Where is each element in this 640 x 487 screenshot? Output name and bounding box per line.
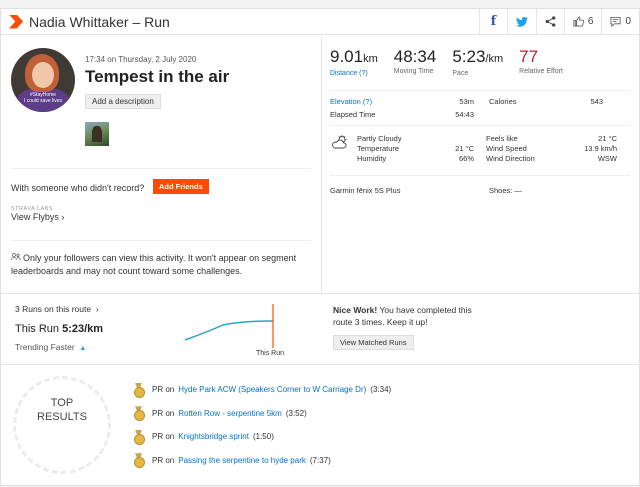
shoes-value: Shoes: — [489, 186, 522, 195]
distance-help-link[interactable]: Distance (?) [330, 70, 378, 77]
view-matched-runs-button[interactable]: View Matched Runs [333, 335, 414, 350]
segment-link[interactable]: Hyde Park ACW (Speakers Corner to W Carr… [178, 385, 366, 394]
share-icon [545, 16, 556, 27]
calories-value: 543 [590, 97, 603, 106]
comment-button[interactable]: 0 [601, 9, 639, 34]
divider [330, 125, 630, 126]
primary-stats: 9.01km Distance (?) 48:34 Moving Time 5:… [330, 47, 579, 77]
comment-icon [610, 16, 621, 27]
header-actions: f 6 0 [478, 9, 639, 34]
top-results-label: TOP RESULTS [37, 397, 87, 423]
activity-datetime: 17:34 on Thursday, 2 July 2020 [85, 55, 197, 64]
segment-link[interactable]: Rotten Row - serpentine 5km [178, 409, 282, 418]
laurel-wreath-icon [13, 376, 111, 474]
gold-medal-icon [133, 430, 145, 445]
run-chevron-icon [9, 14, 23, 29]
activity-summary-panel: #StayHome I could save lives 17:34 on Th… [1, 36, 322, 293]
segment-link[interactable]: Passing the serpentine to hyde park [178, 456, 306, 465]
kudos-count: 6 [587, 16, 594, 27]
add-friends-button[interactable]: Add Friends [153, 179, 209, 194]
privacy-notice: Only your followers can view this activi… [11, 252, 297, 276]
segment-link[interactable]: Knightsbridge sprint [178, 432, 249, 441]
top-results: TOP RESULTS PR on Hyde Park ACW (Speaker… [1, 366, 640, 487]
chevron-right-icon: › [95, 304, 99, 314]
avatar-caption: #StayHome I could save lives [23, 92, 63, 104]
list-item: PR on Rotten Row - serpentine 5km (3:52) [133, 402, 391, 426]
kudos-icon [573, 16, 584, 27]
gold-medal-icon [133, 383, 145, 398]
pace-trend-chart: This Run [184, 304, 284, 357]
nice-work-message: Nice Work! You have completed this route… [333, 305, 472, 327]
route-comparison: 3 Runs on this route › This Run 5:23/km … [1, 293, 640, 365]
activity-header: Nadia Whittaker – Run f 6 0 [1, 9, 639, 35]
twitter-icon [515, 16, 528, 27]
elapsed-value: 54:43 [455, 110, 474, 119]
elevation-help-link[interactable]: Elevation (?) [330, 97, 372, 106]
divider [330, 90, 630, 91]
divider [11, 168, 311, 169]
partly-cloudy-icon [332, 135, 347, 149]
trending-indicator: Trending Faster ▲ [15, 342, 87, 352]
pace-trend-line [184, 320, 274, 341]
avatar[interactable]: #StayHome I could save lives [11, 48, 75, 112]
gold-medal-icon [133, 453, 145, 469]
activity-page: Nadia Whittaker – Run f 6 0 #StayHome I … [0, 8, 640, 486]
stat-pace: 5:23/km Pace [452, 47, 504, 77]
divider [11, 240, 311, 241]
comment-count: 0 [625, 16, 631, 27]
gold-medal-icon [133, 406, 145, 422]
elevation-value: 53m [459, 97, 474, 106]
device-name: Garmin fēnix 5S Plus [330, 186, 401, 195]
share-button[interactable] [535, 9, 564, 34]
stat-distance: 9.01km Distance (?) [330, 47, 378, 77]
this-run-chart-label: This Run [256, 350, 284, 357]
pr-list: PR on Hyde Park ACW (Speakers Corner to … [133, 378, 391, 472]
divider [330, 175, 630, 176]
activity-name: Tempest in the air [85, 67, 230, 86]
view-flybys-link[interactable]: View Flybys › [11, 212, 64, 222]
runs-on-route-link[interactable]: 3 Runs on this route › [15, 304, 99, 314]
activity-photo-thumbnail[interactable] [85, 122, 109, 146]
list-item: PR on Knightsbridge sprint (1:50) [133, 425, 391, 449]
list-item: PR on Passing the serpentine to hyde par… [133, 449, 391, 473]
stat-relative-effort[interactable]: 77 Relative Effort [519, 47, 563, 77]
followers-icon [11, 252, 23, 265]
twitter-share-button[interactable] [506, 9, 536, 34]
add-description-button[interactable]: Add a description [85, 94, 161, 109]
this-run-pace: This Run 5:23/km [15, 323, 104, 335]
stat-moving-time: 48:34 Moving Time [393, 47, 437, 75]
chevron-right-icon: › [61, 212, 65, 222]
trend-up-icon: ▲ [79, 345, 87, 352]
page-title: Nadia Whittaker – Run [29, 13, 170, 30]
facebook-share-button[interactable]: f [478, 9, 507, 34]
list-item: PR on Hyde Park ACW (Speakers Corner to … [133, 378, 391, 402]
friends-prompt: With someone who didn't record? [11, 183, 145, 193]
kudos-button[interactable]: 6 [563, 9, 602, 34]
facebook-icon: f [490, 14, 497, 29]
